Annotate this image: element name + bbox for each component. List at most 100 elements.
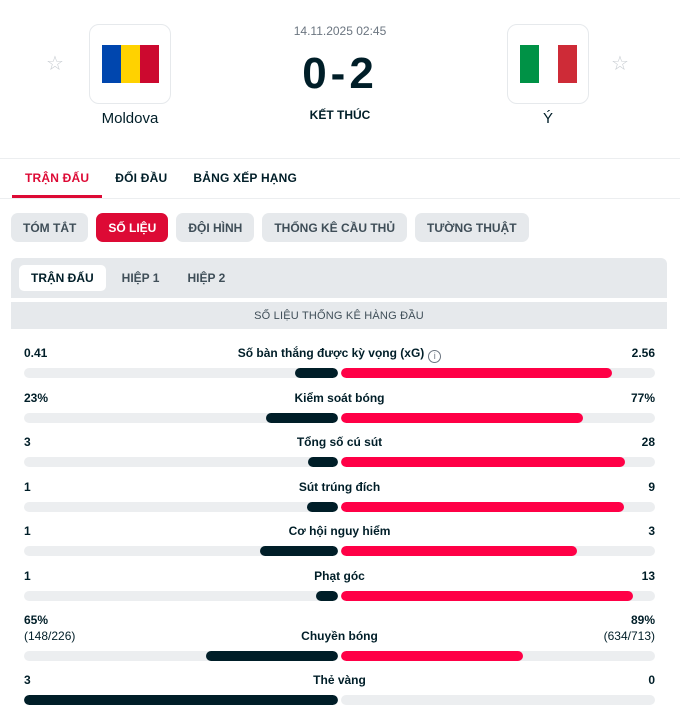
away-bar-fill (341, 457, 625, 467)
away-bar-track (341, 591, 655, 601)
stat-name: Chuyền bóng (301, 629, 378, 643)
info-icon[interactable]: i (428, 350, 442, 363)
stat-away-value: 13 (641, 569, 655, 583)
home-bar-track (24, 651, 338, 661)
stat-row: 1 Cơ hội nguy hiểm 3 (24, 524, 655, 556)
stat-name-wrap: Cơ hội nguy hiểm (24, 524, 655, 538)
home-bar-track (24, 591, 338, 601)
stat-name-wrap: Số bàn thắng được kỳ vọng (xG) i (24, 346, 655, 363)
stat-name-wrap: Tổng số cú sút (24, 435, 655, 449)
stat-row: 65% (148/226) Chuyền bóng 89% (634/713) (24, 613, 655, 661)
stat-name: Phạt góc (314, 569, 365, 583)
main-tabs: TRẬN ĐẤU ĐỐI ĐẦU BẢNG XẾP HẠNG (12, 158, 310, 198)
home-bar-fill (259, 546, 338, 556)
tab-head-to-head[interactable]: ĐỐI ĐẦU (102, 158, 180, 198)
match-score: 0-2 (302, 49, 378, 98)
stat-bars (24, 546, 655, 556)
stat-name: Thẻ vàng (313, 673, 366, 687)
away-bar-track (341, 457, 655, 467)
stat-name-wrap: Chuyền bóng (24, 629, 655, 643)
period-second-half[interactable]: HIỆP 2 (175, 265, 237, 291)
stat-away-value: 3 (648, 524, 655, 538)
tab-statistics[interactable]: SỐ LIỆU (96, 213, 169, 242)
home-bar-fill (315, 591, 338, 601)
home-bar-fill (206, 651, 338, 661)
tab-commentary[interactable]: TƯỜNG THUẬT (415, 213, 529, 242)
period-first-half[interactable]: HIỆP 1 (110, 265, 172, 291)
stat-bars (24, 413, 655, 423)
stat-row: 1 Phạt góc 13 (24, 569, 655, 601)
stat-bars (24, 368, 655, 378)
away-bar-fill (341, 651, 524, 661)
stat-away-detail: (634/713) (603, 629, 655, 643)
tab-lineups[interactable]: ĐỘI HÌNH (176, 213, 255, 242)
stat-name: Tổng số cú sút (296, 435, 383, 449)
stat-row: 0.41 Số bàn thắng được kỳ vọng (xG) i 2.5… (24, 346, 655, 378)
stat-name: Số bàn thắng được kỳ vọng (xG) (237, 346, 425, 360)
home-bar-fill (294, 368, 338, 378)
stat-away-value: 89% (630, 613, 655, 627)
tab-match[interactable]: TRẬN ĐẤU (12, 158, 103, 198)
home-bar-fill (307, 457, 338, 467)
away-bar-fill (341, 546, 577, 556)
away-bar-track (341, 413, 655, 423)
away-bar-track (341, 368, 655, 378)
stat-row: 3 Thẻ vàng 0 (24, 673, 655, 705)
stat-away-value: 0 (648, 673, 655, 687)
stat-line: 65% (148/226) Chuyền bóng 89% (634/713) (24, 613, 655, 645)
home-bar-fill (265, 413, 338, 423)
stat-name-wrap: Phạt góc (24, 569, 655, 583)
away-bar-track (341, 651, 655, 661)
period-selector: TRẬN ĐẤU HIỆP 1 HIỆP 2 (11, 258, 667, 298)
stat-name-wrap: Sút trúng đích (24, 480, 655, 494)
stat-name: Sút trúng đích (298, 480, 381, 494)
away-bar-track (341, 502, 655, 512)
away-bar-fill (341, 502, 624, 512)
tab-summary[interactable]: TÓM TẮT (11, 213, 89, 242)
tab-standings[interactable]: BẢNG XẾP HẠNG (180, 158, 310, 198)
stat-bars (24, 502, 655, 512)
stat-away-value: 77% (630, 391, 655, 405)
away-bar-fill (341, 368, 612, 378)
home-bar-fill (24, 695, 338, 705)
stat-home-value: 65% (24, 613, 49, 627)
sub-tabs: TÓM TẮT SỐ LIỆU ĐỘI HÌNH THỐNG KÊ CẦU TH… (11, 213, 529, 242)
stat-line: 3 Thẻ vàng 0 (24, 673, 655, 689)
home-bar-track (24, 695, 338, 705)
stat-line: 1 Cơ hội nguy hiểm 3 (24, 524, 655, 540)
home-bar-fill (306, 502, 338, 512)
stat-bars (24, 695, 655, 705)
section-header: SỐ LIỆU THỐNG KÊ HÀNG ĐẦU (11, 302, 667, 329)
stat-row: 1 Sút trúng đích 9 (24, 480, 655, 512)
period-full-match[interactable]: TRẬN ĐẤU (19, 265, 106, 291)
stat-name: Cơ hội nguy hiểm (288, 524, 391, 538)
home-bar-track (24, 368, 338, 378)
tab-player-stats[interactable]: THỐNG KÊ CẦU THỦ (262, 213, 408, 242)
stat-bars (24, 457, 655, 467)
stat-away-value: 28 (641, 435, 655, 449)
stat-line: 0.41 Số bàn thắng được kỳ vọng (xG) i 2.5… (24, 346, 655, 363)
stat-name: Kiểm soát bóng (294, 391, 385, 405)
stat-line: 1 Phạt góc 13 (24, 569, 655, 585)
stat-line: 3 Tổng số cú sút 28 (24, 435, 655, 451)
stat-row: 3 Tổng số cú sút 28 (24, 435, 655, 467)
home-bar-track (24, 546, 338, 556)
home-bar-track (24, 502, 338, 512)
away-bar-track (341, 546, 655, 556)
stat-bars (24, 591, 655, 601)
stat-line: 1 Sút trúng đích 9 (24, 480, 655, 496)
match-status: KẾT THÚC (309, 108, 371, 122)
away-bar-fill (341, 591, 633, 601)
stat-away-value: 9 (648, 480, 655, 494)
away-bar-fill (341, 413, 583, 423)
stat-away-value: 2.56 (631, 346, 655, 360)
home-bar-track (24, 413, 338, 423)
stat-name-wrap: Kiểm soát bóng (24, 391, 655, 405)
stat-bars (24, 651, 655, 661)
home-bar-track (24, 457, 338, 467)
stat-name-wrap: Thẻ vàng (24, 673, 655, 687)
stat-line: 23% Kiểm soát bóng 77% (24, 391, 655, 407)
away-bar-track (341, 695, 655, 705)
stat-row: 23% Kiểm soát bóng 77% (24, 391, 655, 423)
divider (0, 198, 680, 199)
